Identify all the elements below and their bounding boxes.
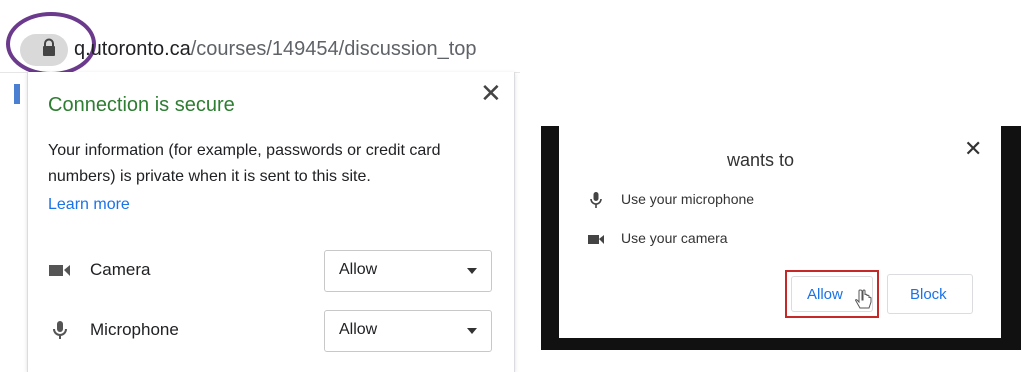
select-value: Allow bbox=[339, 321, 378, 338]
block-label: Block bbox=[910, 286, 947, 303]
page-edge-marker bbox=[14, 84, 20, 104]
camera-icon bbox=[49, 265, 70, 276]
permission-dialog: wants to ✕ Use your microphone Use your … bbox=[559, 126, 1001, 338]
popup-title: Connection is secure bbox=[48, 94, 235, 116]
chevron-down-icon bbox=[467, 268, 477, 274]
camera-permission-select[interactable]: Allow bbox=[324, 250, 492, 292]
site-info-screenshot: q.utoronto.ca/courses/149454/discussion_… bbox=[0, 0, 520, 372]
request-label: Use your microphone bbox=[621, 191, 755, 207]
permission-label: Microphone bbox=[90, 320, 179, 339]
site-info-popup: Connection is secure ✕ Your information … bbox=[27, 72, 515, 372]
close-icon[interactable]: ✕ bbox=[480, 80, 502, 106]
camera-icon bbox=[588, 235, 604, 244]
request-row-microphone: Use your microphone bbox=[587, 189, 967, 213]
permission-row-camera: Camera Allow bbox=[48, 250, 498, 292]
permission-prompt-screenshot: wants to ✕ Use your microphone Use your … bbox=[541, 126, 1021, 350]
url-host: q.utoronto.ca bbox=[74, 38, 191, 60]
permission-row-microphone: Microphone Allow bbox=[48, 310, 498, 352]
chevron-down-icon bbox=[467, 328, 477, 334]
url-text[interactable]: q.utoronto.ca/courses/149454/discussion_… bbox=[74, 36, 520, 62]
connection-description: Your information (for example, passwords… bbox=[48, 142, 441, 185]
microphone-permission-select[interactable]: Allow bbox=[324, 310, 492, 352]
microphone-icon bbox=[590, 192, 602, 208]
permission-label: Camera bbox=[90, 260, 151, 279]
dialog-title: wants to bbox=[727, 150, 795, 170]
allow-label: Allow bbox=[807, 286, 843, 303]
url-path: /courses/149454/discussion_top bbox=[190, 38, 477, 60]
select-value: Allow bbox=[339, 261, 378, 278]
microphone-icon bbox=[53, 321, 67, 339]
block-button[interactable]: Block bbox=[887, 274, 973, 314]
learn-more-link[interactable]: Learn more bbox=[48, 196, 130, 214]
mouse-cursor-icon bbox=[855, 289, 872, 309]
request-row-camera: Use your camera bbox=[587, 228, 967, 252]
request-label: Use your camera bbox=[621, 230, 728, 246]
close-icon[interactable]: ✕ bbox=[964, 136, 982, 162]
